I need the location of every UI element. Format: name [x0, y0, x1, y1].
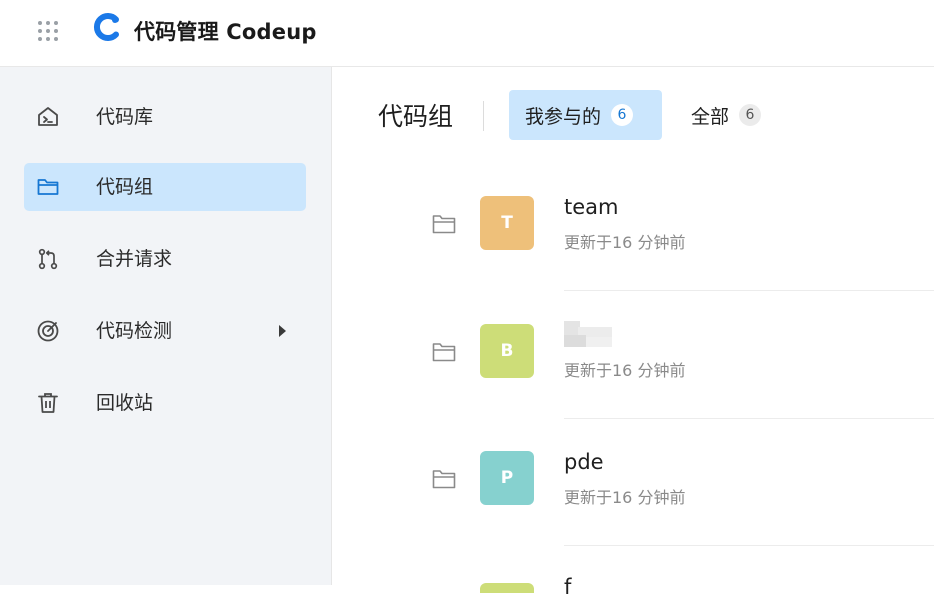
sidebar-item-label: 代码组 [96, 176, 154, 198]
group-updated-time: 更新于16 分钟前 [564, 233, 686, 252]
sidebar-item-label: 合并请求 [96, 248, 173, 270]
folder-icon [432, 343, 456, 362]
group-name[interactable]: team [564, 195, 618, 219]
scan-target-icon [37, 320, 59, 342]
sidebar-item-groups[interactable]: 代码组 [24, 163, 306, 211]
group-row[interactable]: T team 更新于16 分钟前 [332, 163, 934, 291]
group-name[interactable]: pde [564, 450, 604, 474]
tab-label: 我参与的 [525, 105, 602, 128]
group-name-obscured[interactable] [564, 321, 614, 351]
sidebar-item-recycle-bin[interactable]: 回收站 [24, 379, 306, 427]
merge-request-icon [38, 248, 58, 270]
title-divider [483, 101, 484, 131]
sidebar-item-merge-requests[interactable]: 合并请求 [24, 235, 306, 283]
sidebar: 代码库 代码组 合并请求 代码检测 回收站 [0, 67, 332, 585]
tab-all[interactable]: 全部 6 [675, 90, 785, 140]
sidebar-item-repositories[interactable]: 代码库 [24, 93, 306, 141]
top-header: 代码管理 Codeup [0, 0, 934, 67]
group-avatar: P [480, 451, 534, 505]
tab-label: 全部 [691, 105, 730, 128]
sidebar-item-label: 代码库 [96, 106, 154, 128]
group-avatar: T [480, 196, 534, 250]
app-title[interactable]: 代码管理 Codeup [134, 16, 317, 46]
group-row[interactable]: P pde 更新于16 分钟前 [332, 418, 934, 546]
tab-count-badge: 6 [739, 104, 762, 126]
group-avatar: B [480, 324, 534, 378]
codeup-logo[interactable] [92, 12, 122, 42]
sidebar-item-code-scan[interactable]: 代码检测 [24, 307, 306, 355]
tab-participated[interactable]: 我参与的 6 [509, 90, 662, 140]
folder-icon [37, 179, 59, 195]
app-grid-icon[interactable] [36, 19, 60, 43]
group-updated-time: 更新于16 分钟前 [564, 361, 686, 380]
folder-icon [432, 470, 456, 489]
group-name[interactable]: f [564, 575, 571, 599]
row-divider [564, 545, 934, 546]
group-updated-time: 更新于16 分钟前 [564, 488, 686, 507]
main-content: 代码组 我参与的 6 全部 6 T team 更新于16 分钟前 B 更新于16… [332, 67, 934, 599]
group-row[interactable]: B 更新于16 分钟前 [332, 291, 934, 419]
folder-icon [432, 215, 456, 234]
tab-count-badge: 6 [611, 104, 634, 126]
page-title: 代码组 [378, 102, 454, 131]
sidebar-item-label: 代码检测 [96, 320, 173, 342]
sidebar-item-label: 回收站 [96, 392, 154, 414]
repo-icon [38, 107, 58, 126]
chevron-right-icon[interactable] [277, 323, 287, 339]
trash-icon [38, 393, 58, 413]
